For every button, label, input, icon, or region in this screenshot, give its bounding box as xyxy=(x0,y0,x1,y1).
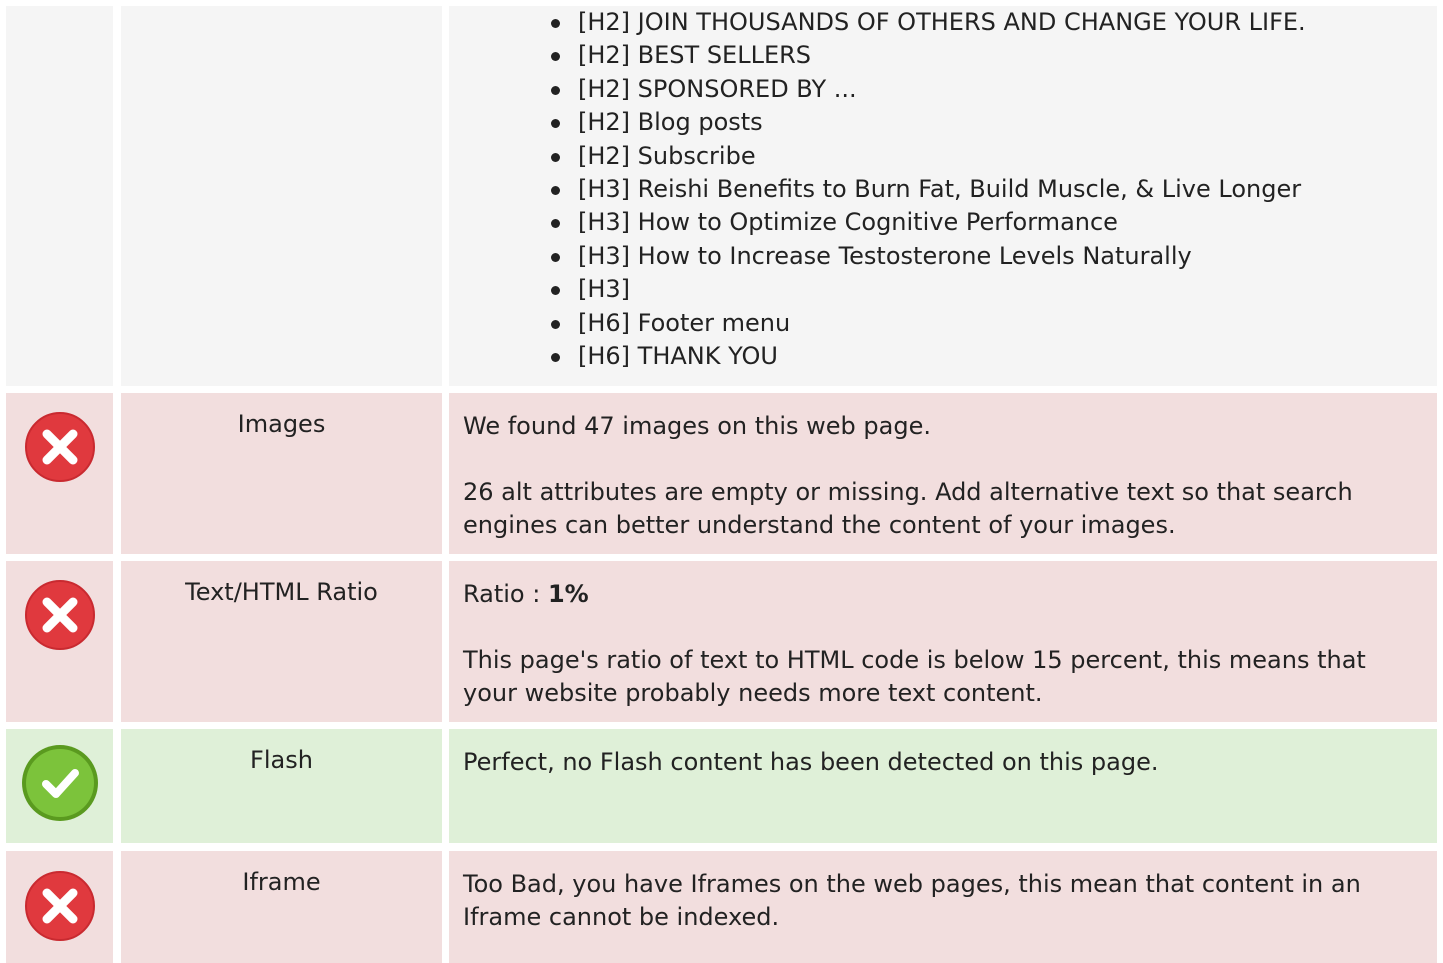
flash-label: Flash xyxy=(121,729,442,843)
check-icon xyxy=(22,745,98,821)
heading-list-item: [H2] BEST SELLERS xyxy=(551,39,1423,72)
images-label: Images xyxy=(121,393,442,554)
iframe-text: Too Bad, you have Iframes on the web pag… xyxy=(463,870,1361,931)
ratio-value: 1% xyxy=(547,580,589,608)
ratio-row: Text/HTML Ratio Ratio : 1% This page's r… xyxy=(0,561,1443,722)
ratio-description: Ratio : 1% This page's ratio of text to … xyxy=(449,561,1437,722)
headings-row: [H2] JOIN THOUSANDS OF OTHERS AND CHANGE… xyxy=(0,0,1443,386)
error-x-icon xyxy=(25,412,95,482)
images-description: We found 47 images on this web page. 26 … xyxy=(449,393,1437,554)
iframe-label: Iframe xyxy=(121,851,442,963)
heading-list-item: [H3] xyxy=(551,273,1423,306)
images-count-text: We found 47 images on this web page. xyxy=(463,412,931,440)
heading-list-item: [H2] Subscribe xyxy=(551,140,1423,173)
heading-list-item: [H2] SPONSORED BY ... xyxy=(551,73,1423,106)
error-x-icon xyxy=(25,580,95,650)
images-alt-text: 26 alt attributes are empty or missing. … xyxy=(463,478,1353,539)
error-x-icon xyxy=(25,871,95,941)
flash-text: Perfect, no Flash content has been detec… xyxy=(463,748,1159,776)
ratio-prefix: Ratio : xyxy=(463,580,548,608)
heading-list-item: [H3] How to Increase Testosterone Levels… xyxy=(551,240,1423,273)
ratio-value-line: Ratio : 1% xyxy=(463,578,1423,611)
heading-list-item: [H2] JOIN THOUSANDS OF OTHERS AND CHANGE… xyxy=(551,6,1423,39)
ratio-advice-text: This page's ratio of text to HTML code i… xyxy=(463,646,1366,707)
images-row: Images We found 47 images on this web pa… xyxy=(0,393,1443,554)
heading-list-item: [H6] THANK YOU xyxy=(551,340,1423,373)
flash-row: Flash Perfect, no Flash content has been… xyxy=(0,729,1443,843)
headings-body-cell: [H2] JOIN THOUSANDS OF OTHERS AND CHANGE… xyxy=(449,6,1437,386)
heading-list-item: [H6] Footer menu xyxy=(551,307,1423,340)
iframe-icon-cell xyxy=(6,851,113,963)
headings-label-cell xyxy=(121,6,442,386)
headings-list: [H2] JOIN THOUSANDS OF OTHERS AND CHANGE… xyxy=(463,6,1423,373)
ratio-label: Text/HTML Ratio xyxy=(121,561,442,722)
flash-description: Perfect, no Flash content has been detec… xyxy=(449,729,1437,843)
headings-icon-cell xyxy=(6,6,113,386)
images-icon-cell xyxy=(6,393,113,554)
flash-icon-cell xyxy=(6,729,113,843)
ratio-icon-cell xyxy=(6,561,113,722)
heading-list-item: [H2] Blog posts xyxy=(551,106,1423,139)
iframe-description: Too Bad, you have Iframes on the web pag… xyxy=(449,851,1437,963)
iframe-row: Iframe Too Bad, you have Iframes on the … xyxy=(0,851,1443,963)
heading-list-item: [H3] How to Optimize Cognitive Performan… xyxy=(551,206,1423,239)
heading-list-item: [H3] Reishi Benefits to Burn Fat, Build … xyxy=(551,173,1423,206)
